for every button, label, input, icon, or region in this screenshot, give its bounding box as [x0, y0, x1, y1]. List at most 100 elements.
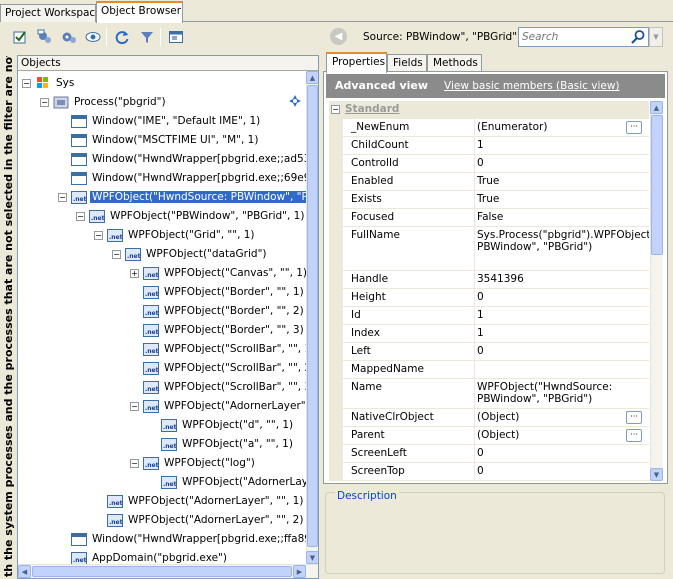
- tree-node[interactable]: Window("HwndWrapper[pbgrid.exe;;ffa89c: [58, 530, 306, 548]
- tab-properties[interactable]: Properties: [326, 52, 387, 73]
- collapse-icon[interactable]: −: [331, 105, 340, 114]
- property-row[interactable]: _NewEnum (Enumerator) ···: [329, 119, 649, 137]
- property-row[interactable]: Exists True: [329, 191, 649, 209]
- collapse-icon[interactable]: −: [94, 231, 103, 240]
- tree-node[interactable]: − .net WPFObject("Grid", "", 1): [94, 226, 257, 244]
- property-row[interactable]: Parent (Object) ···: [329, 427, 649, 445]
- property-row[interactable]: NativeClrObject (Object) ···: [329, 409, 649, 427]
- property-value[interactable]: 1: [477, 139, 627, 151]
- ellipsis-button[interactable]: ···: [626, 429, 642, 442]
- tree-node[interactable]: − .net WPFObject("AdornerLayer": [130, 397, 306, 415]
- property-row[interactable]: Height 0: [329, 289, 649, 307]
- processes-icon[interactable]: [35, 27, 55, 47]
- tab-methods[interactable]: Methods: [427, 54, 482, 72]
- property-row[interactable]: ChildCount 1: [329, 137, 649, 155]
- collapse-icon[interactable]: −: [130, 459, 139, 468]
- property-row[interactable]: Focused False: [329, 209, 649, 227]
- tree-scroll-thumb[interactable]: [307, 85, 318, 547]
- tree-vertical-scrollbar[interactable]: ▲ ▼: [306, 71, 318, 564]
- properties-vertical-scrollbar[interactable]: ▲ ▼: [650, 101, 663, 481]
- property-value[interactable]: Sys.Process("pbgrid").WPFObject("HwndSou…: [477, 229, 649, 253]
- property-value[interactable]: (Object): [477, 411, 627, 423]
- scroll-down-icon[interactable]: ▼: [306, 551, 318, 564]
- property-value[interactable]: 0: [477, 447, 627, 459]
- tree-horizontal-scrollbar[interactable]: ◀ ▶: [18, 564, 318, 578]
- tab-fields[interactable]: Fields: [387, 54, 427, 72]
- tree-node[interactable]: − Sys: [22, 74, 76, 92]
- tree-node[interactable]: .net WPFObject("AdornerLayer", "", 2): [94, 511, 305, 529]
- scroll-up-icon[interactable]: ▲: [306, 71, 318, 84]
- ellipsis-button[interactable]: ···: [626, 121, 642, 134]
- window-icon[interactable]: [166, 27, 186, 47]
- scroll-right-icon[interactable]: ▶: [293, 565, 306, 578]
- property-value[interactable]: 0: [477, 291, 627, 303]
- property-value[interactable]: True: [477, 175, 627, 187]
- property-value[interactable]: (Object): [477, 429, 627, 441]
- tree-node[interactable]: − .net WPFObject("HwndSource: PBWindow", "…: [58, 188, 306, 206]
- collapse-icon[interactable]: −: [130, 402, 139, 411]
- collapse-icon[interactable]: −: [58, 193, 67, 202]
- prop-scroll-up-icon[interactable]: ▲: [650, 101, 663, 114]
- tree-node[interactable]: .net WPFObject("AdornerLayer": [148, 473, 306, 491]
- scroll-left-icon[interactable]: ◀: [18, 565, 31, 578]
- tree-node[interactable]: .net WPFObject("a", "", 1): [148, 435, 295, 453]
- tree-node[interactable]: + .net WPFObject("Canvas", "", 1): [130, 264, 306, 282]
- tree-hscroll-thumb[interactable]: [32, 566, 292, 577]
- tree-node[interactable]: .net WPFObject("ScrollBar", "", 3: [130, 378, 306, 396]
- tree-node[interactable]: .net WPFObject("d", "", 1): [148, 416, 295, 434]
- tree-node[interactable]: − .net WPFObject("PBWindow", "PBGrid", 1): [76, 207, 306, 225]
- property-value[interactable]: 1: [477, 327, 627, 339]
- property-value[interactable]: 1: [477, 309, 627, 321]
- property-row[interactable]: Name WPFObject("HwndSource: PBWindow", "P…: [329, 379, 649, 409]
- property-row[interactable]: MappedName: [329, 361, 649, 379]
- tree-node[interactable]: .net WPFObject("Border", "", 1): [130, 283, 306, 301]
- property-row[interactable]: Handle 3541396: [329, 271, 649, 289]
- property-row[interactable]: FullName Sys.Process("pbgrid").WPFObject(…: [329, 227, 649, 271]
- tree-node[interactable]: .net WPFObject("Border", "", 3): [130, 321, 306, 339]
- property-row[interactable]: ScreenLeft 0: [329, 445, 649, 463]
- back-icon[interactable]: ◀: [330, 28, 347, 45]
- prop-scroll-thumb[interactable]: [651, 115, 663, 255]
- tree-node[interactable]: Window("MSCTFIME UI", "M", 1): [58, 131, 260, 149]
- property-value[interactable]: False: [477, 211, 627, 223]
- ellipsis-button[interactable]: ···: [626, 411, 642, 424]
- checkbox-icon[interactable]: [10, 27, 30, 47]
- property-value[interactable]: 0: [477, 465, 627, 477]
- property-row[interactable]: Index 1: [329, 325, 649, 343]
- refresh-icon[interactable]: [112, 27, 132, 47]
- process-gear-icon[interactable]: [288, 94, 302, 108]
- gears-icon[interactable]: [59, 27, 79, 47]
- tree-node[interactable]: .net WPFObject("Border", "", 2): [130, 302, 306, 320]
- tab-object-browser[interactable]: Object Browser: [96, 1, 183, 23]
- tree-node[interactable]: Window("HwndWrapper[pbgrid.exe;;69e90: [58, 169, 306, 187]
- tree-node[interactable]: .net WPFObject("ScrollBar", "", 1: [130, 340, 306, 358]
- property-value[interactable]: 0: [477, 157, 627, 169]
- prop-scroll-down-icon[interactable]: ▼: [650, 468, 663, 481]
- collapse-icon[interactable]: −: [112, 250, 121, 259]
- basic-view-link[interactable]: View basic members (Basic view): [444, 80, 620, 92]
- search-dropdown-button[interactable]: ▼: [649, 27, 663, 47]
- category-row[interactable]: − Standard: [329, 101, 649, 119]
- filter-icon[interactable]: [137, 27, 157, 47]
- collapse-icon[interactable]: −: [76, 212, 85, 221]
- property-row[interactable]: Id 1: [329, 307, 649, 325]
- property-row[interactable]: ScreenTop 0: [329, 463, 649, 481]
- expand-icon[interactable]: +: [130, 269, 139, 278]
- tree-node[interactable]: .net WPFObject("AdornerLayer", "", 1): [94, 492, 305, 510]
- tree-node[interactable]: .net WPFObject("ScrollBar", "", 2: [130, 359, 306, 377]
- collapse-icon[interactable]: −: [40, 98, 49, 107]
- property-row[interactable]: Left 0: [329, 343, 649, 361]
- property-row[interactable]: Enabled True: [329, 173, 649, 191]
- search-icon[interactable]: [630, 29, 646, 45]
- property-value[interactable]: WPFObject("HwndSource: PBWindow", "PBGri…: [477, 381, 627, 405]
- property-value[interactable]: (Enumerator): [477, 121, 627, 133]
- tree-node[interactable]: − .net WPFObject("log"): [130, 454, 257, 472]
- collapse-icon[interactable]: −: [22, 79, 31, 88]
- tree-node[interactable]: Window("HwndWrapper[pbgrid.exe;;ad53e: [58, 150, 306, 168]
- tree-node[interactable]: − Process("pbgrid"): [40, 93, 168, 111]
- tree-node[interactable]: − .net WPFObject("dataGrid"): [112, 245, 269, 263]
- tree-node[interactable]: Window("IME", "Default IME", 1): [58, 112, 262, 130]
- tab-project-workspace[interactable]: Project Workspace: [0, 4, 102, 22]
- property-value[interactable]: 3541396: [477, 273, 627, 285]
- search-input[interactable]: [519, 28, 627, 46]
